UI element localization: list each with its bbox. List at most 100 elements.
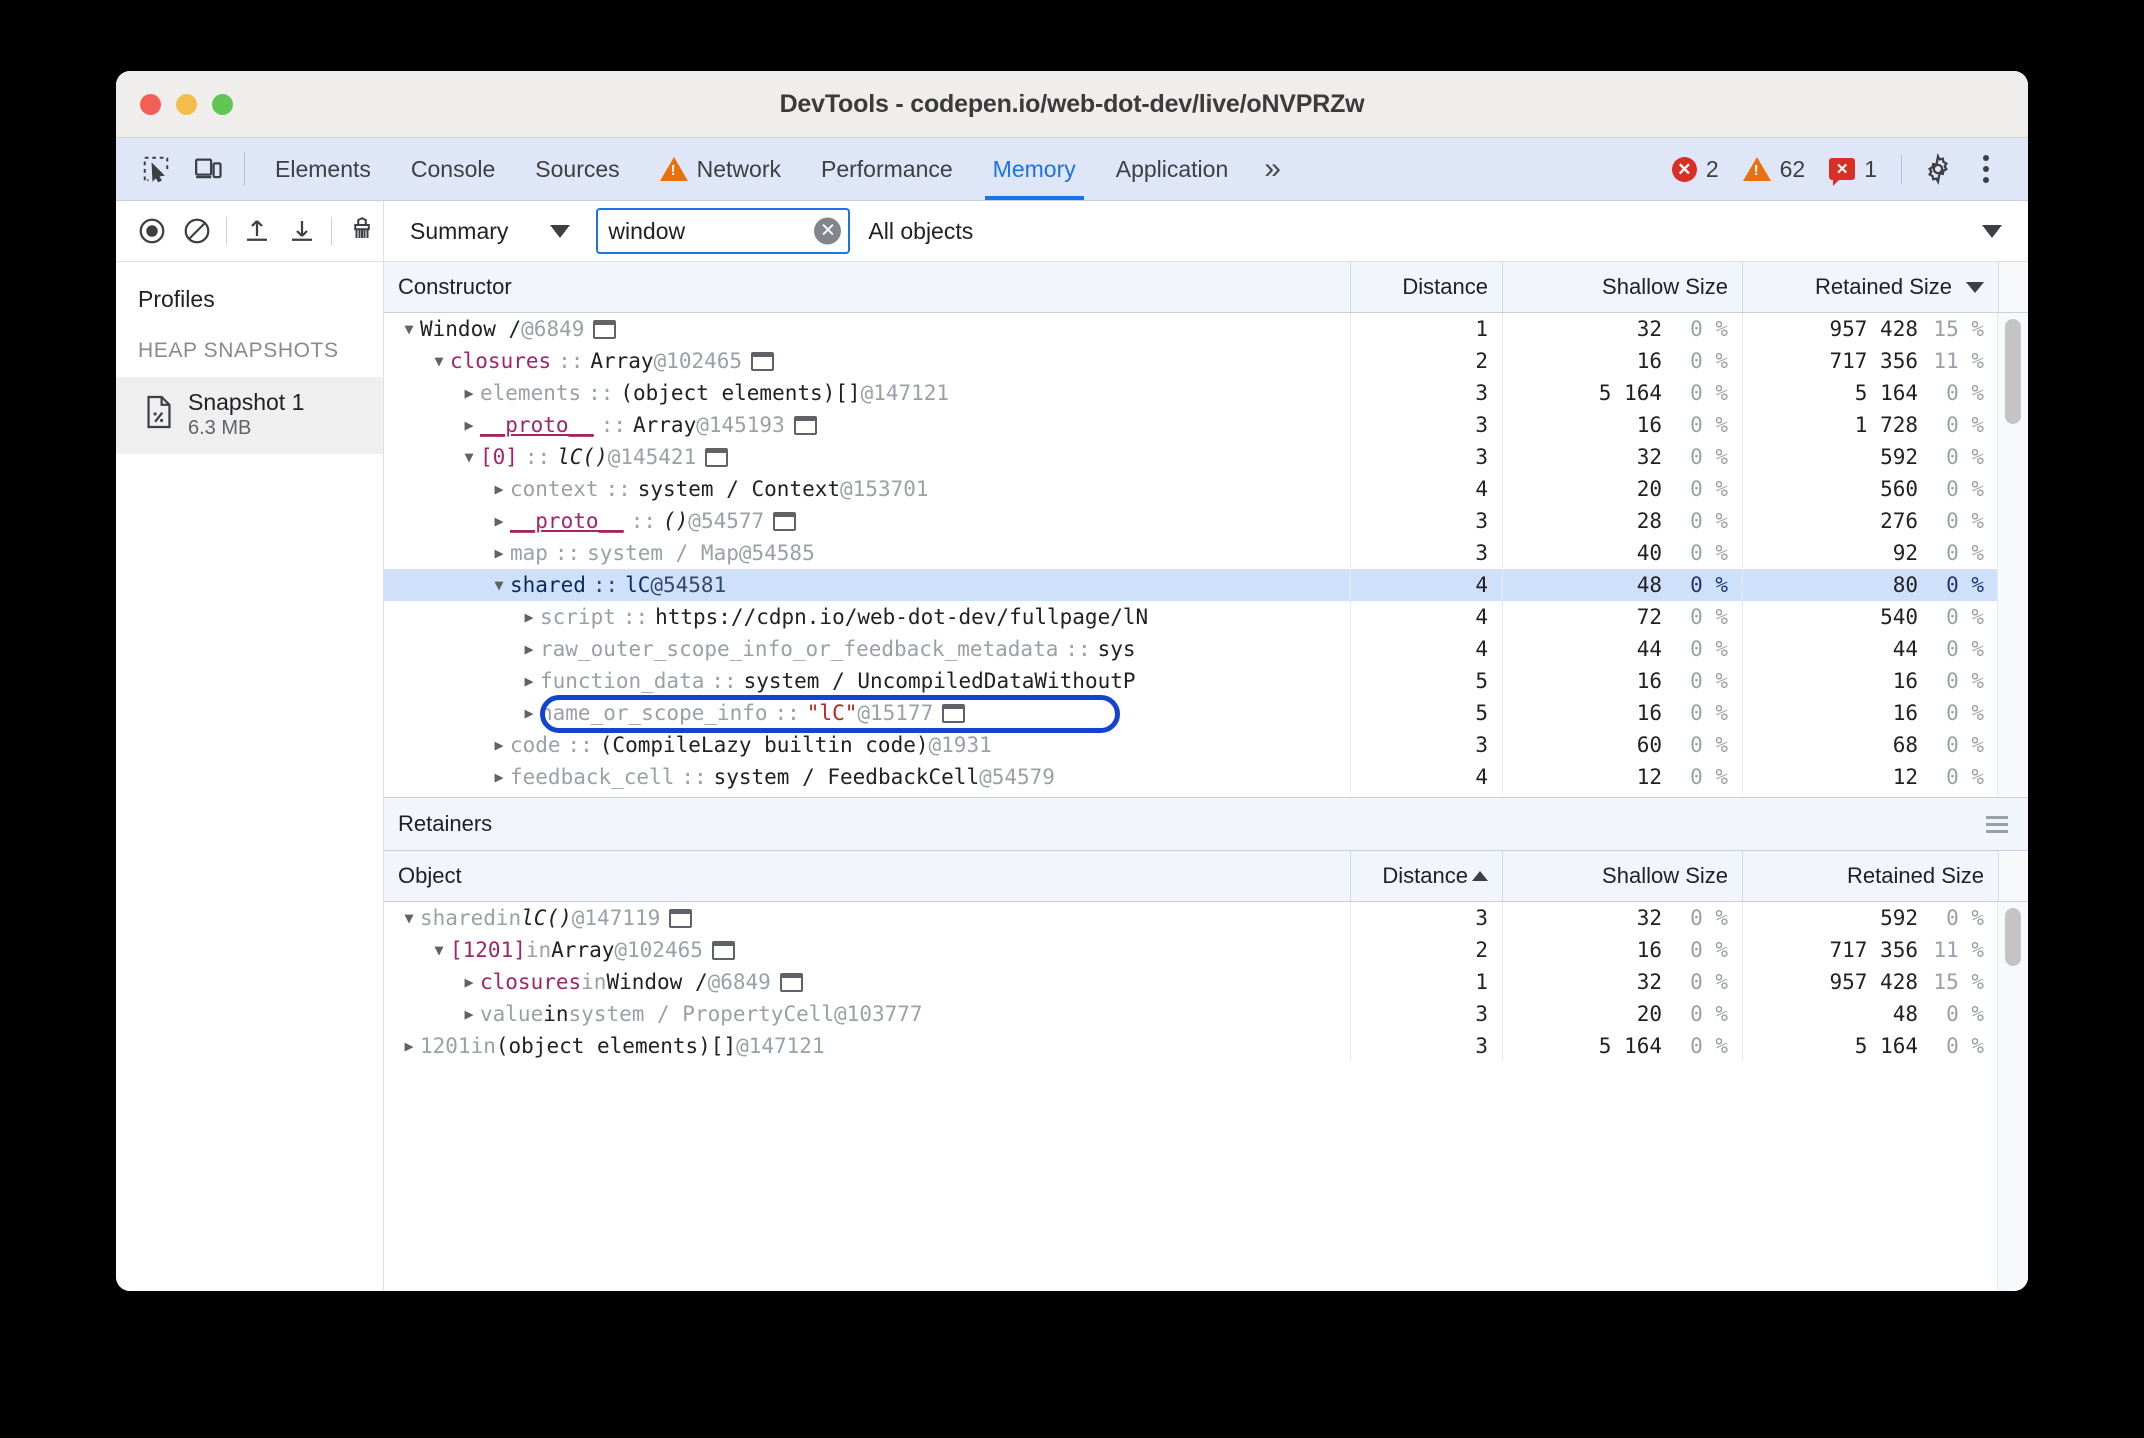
column-header-shallow-size[interactable]: Shallow Size	[1502, 851, 1742, 901]
tree-node-token: ::	[567, 733, 593, 757]
tab-application[interactable]: Application	[1096, 138, 1249, 200]
table-row[interactable]: ▶ __proto__:: Array @145193 3 16 0 % 1 728 0 %	[384, 409, 2028, 441]
collect-garbage-icon[interactable]	[340, 207, 383, 255]
table-row[interactable]: ▶ map:: system / Map @54585 3 40 0 % 92 0 %	[384, 537, 2028, 569]
table-row[interactable]: ▶ __proto__::() @54577 3 28 0 % 276 0 %	[384, 505, 2028, 537]
save-profile-icon[interactable]	[280, 207, 323, 255]
column-header-distance[interactable]: Distance	[1350, 262, 1502, 312]
cell-distance: 4	[1350, 569, 1502, 601]
tree-node-token: system / UncompiledDataWithoutP	[743, 669, 1136, 693]
sidebar-item-snapshot-1[interactable]: Snapshot 1 6.3 MB	[116, 377, 383, 455]
expand-triangle-icon[interactable]: ▶	[458, 1005, 480, 1023]
issue-counter[interactable]: ✕ 1	[1817, 156, 1889, 186]
table-row[interactable]: ▶ 1201 in (object elements)[] @147121 3 5 1…	[384, 1030, 2028, 1062]
collapse-triangle-icon[interactable]: ▼	[488, 576, 510, 594]
maximize-button[interactable]	[212, 93, 233, 115]
warning-icon	[1742, 157, 1771, 181]
column-header-distance[interactable]: Distance	[1350, 851, 1502, 901]
table-row[interactable]: ▶ function_data:: system / UncompiledDataW…	[384, 665, 2028, 697]
expand-triangle-icon[interactable]: ▶	[488, 544, 510, 562]
expand-triangle-icon[interactable]: ▶	[398, 1037, 420, 1055]
expand-triangle-icon[interactable]: ▶	[488, 768, 510, 786]
cell-distance: 3	[1350, 729, 1502, 761]
record-heap-snapshot-icon[interactable]	[130, 207, 173, 255]
expand-triangle-icon[interactable]: ▶	[518, 704, 540, 722]
minimize-button[interactable]	[176, 93, 197, 115]
table-row[interactable]: ▶ script:: https://cdpn.io/web-dot-dev/ful…	[384, 601, 2028, 633]
expand-triangle-icon[interactable]: ▶	[518, 640, 540, 658]
expand-triangle-icon[interactable]: ▶	[518, 608, 540, 626]
collapse-triangle-icon[interactable]: ▼	[398, 320, 420, 338]
tree-node-token: lC()	[521, 906, 572, 930]
retainers-scrollbar[interactable]	[1997, 902, 2028, 1291]
column-header-constructor[interactable]: Constructor	[384, 262, 1350, 312]
tab-performance[interactable]: Performance	[801, 138, 973, 200]
scrollbar-thumb[interactable]	[2005, 908, 2021, 966]
column-label: Distance	[1402, 274, 1488, 299]
more-vertical-icon[interactable]	[1962, 145, 2010, 193]
inspect-element-icon[interactable]	[130, 138, 182, 200]
percent: 0 %	[1946, 605, 1984, 629]
collapse-triangle-icon[interactable]: ▼	[428, 941, 450, 959]
table-row[interactable]: ▶ closures in Window / @6849 1 32 0 % 957 428…	[384, 966, 2028, 998]
gear-icon[interactable]	[1914, 145, 1962, 193]
constructor-grid-body[interactable]: ▼ Window / @6849 1 32 0 % 957 428 15 % ▼ closure…	[384, 313, 2028, 797]
collapse-triangle-icon[interactable]: ▼	[458, 448, 480, 466]
error-counter[interactable]: ✕ 2	[1660, 156, 1731, 183]
clear-input-icon[interactable]: ✕	[814, 217, 842, 245]
load-profile-icon[interactable]	[235, 207, 278, 255]
chevron-down-icon	[550, 224, 571, 238]
expand-triangle-icon[interactable]: ▶	[458, 384, 480, 402]
table-row[interactable]: ▼ [1201] in Array @102465 2 16 0 % 717 356 11 …	[384, 934, 2028, 966]
collapse-triangle-icon[interactable]: ▼	[428, 352, 450, 370]
sidebar-profiles-title[interactable]: Profiles	[116, 262, 383, 327]
tab-console[interactable]: Console	[391, 138, 515, 200]
cell-retained: 92 0 %	[1742, 537, 1998, 569]
column-header-object[interactable]: Object	[384, 851, 1350, 901]
table-row[interactable]: ▼ Window / @6849 1 32 0 % 957 428 15 %	[384, 313, 2028, 345]
device-toolbar-icon[interactable]	[182, 138, 234, 200]
warning-counter[interactable]: 62	[1731, 156, 1818, 183]
close-button[interactable]	[140, 93, 161, 115]
clear-all-icon[interactable]	[175, 207, 218, 255]
tree-node-token: __proto__	[510, 509, 624, 533]
table-row[interactable]: ▶ feedback_cell:: system / FeedbackCell @5…	[384, 761, 2028, 793]
scrollbar-thumb[interactable]	[2005, 319, 2021, 424]
table-row[interactable]: ▼ shared in lC() @147119 3 32 0 % 592 0 %	[384, 902, 2028, 934]
tree-node-token: ::	[558, 349, 584, 373]
view-select[interactable]: Summary	[398, 218, 582, 245]
collapse-triangle-icon[interactable]: ▼	[398, 909, 420, 927]
tab-network[interactable]: Network	[640, 138, 801, 200]
percent: 0 %	[1946, 765, 1984, 789]
toolbar-divider	[331, 217, 332, 245]
tab-elements[interactable]: Elements	[255, 138, 391, 200]
table-row[interactable]: ▶ elements:: (object elements)[] @147121 3 5…	[384, 377, 2028, 409]
table-row[interactable]: ▼ shared:: lC @54581 4 48 0 % 80 0 %	[384, 569, 2028, 601]
table-row[interactable]: ▶ context:: system / Context @153701 4 20 0 %…	[384, 473, 2028, 505]
objects-filter-select[interactable]: All objects	[868, 218, 2028, 245]
column-header-retained-size[interactable]: Retained Size	[1742, 262, 1998, 312]
tab-sources[interactable]: Sources	[515, 138, 639, 200]
column-header-shallow-size[interactable]: Shallow Size	[1502, 262, 1742, 312]
table-row[interactable]: ▼ [0]:: lC() @145421 3 32 0 % 592 0 %	[384, 441, 2028, 473]
hamburger-menu-icon[interactable]	[1986, 815, 2008, 833]
expand-triangle-icon[interactable]: ▶	[488, 736, 510, 754]
expand-triangle-icon[interactable]: ▶	[458, 416, 480, 434]
column-header-retained-size[interactable]: Retained Size	[1742, 851, 1998, 901]
table-row[interactable]: ▶ name_or_scope_info:: "lC" @15177 5 16 0 % 16…	[384, 697, 2028, 729]
constructor-scrollbar[interactable]	[1997, 313, 2028, 797]
expand-triangle-icon[interactable]: ▶	[488, 480, 510, 498]
search-input[interactable]	[596, 208, 851, 254]
expand-triangle-icon[interactable]: ▶	[488, 512, 510, 530]
more-tabs-icon[interactable]: »	[1248, 138, 1297, 200]
table-row[interactable]: ▼ closures:: Array @102465 2 16 0 % 717 356 11 …	[384, 345, 2028, 377]
expand-triangle-icon[interactable]: ▶	[458, 973, 480, 991]
table-row[interactable]: ▶ code:: (CompileLazy builtin code) @1931 3…	[384, 729, 2028, 761]
cell-object-name: ▶ closures in Window / @6849	[384, 966, 1350, 998]
expand-triangle-icon[interactable]: ▶	[518, 672, 540, 690]
tab-memory[interactable]: Memory	[973, 138, 1096, 200]
table-row[interactable]: ▶ raw_outer_scope_info_or_feedback_metada…	[384, 633, 2028, 665]
table-row[interactable]: ▶ value in system / PropertyCell @103777 3…	[384, 998, 2028, 1030]
retainers-grid-body[interactable]: ▼ shared in lC() @147119 3 32 0 % 592 0 % ▼ [120…	[384, 902, 2028, 1291]
cell-retained: 592 0 %	[1742, 441, 1998, 473]
